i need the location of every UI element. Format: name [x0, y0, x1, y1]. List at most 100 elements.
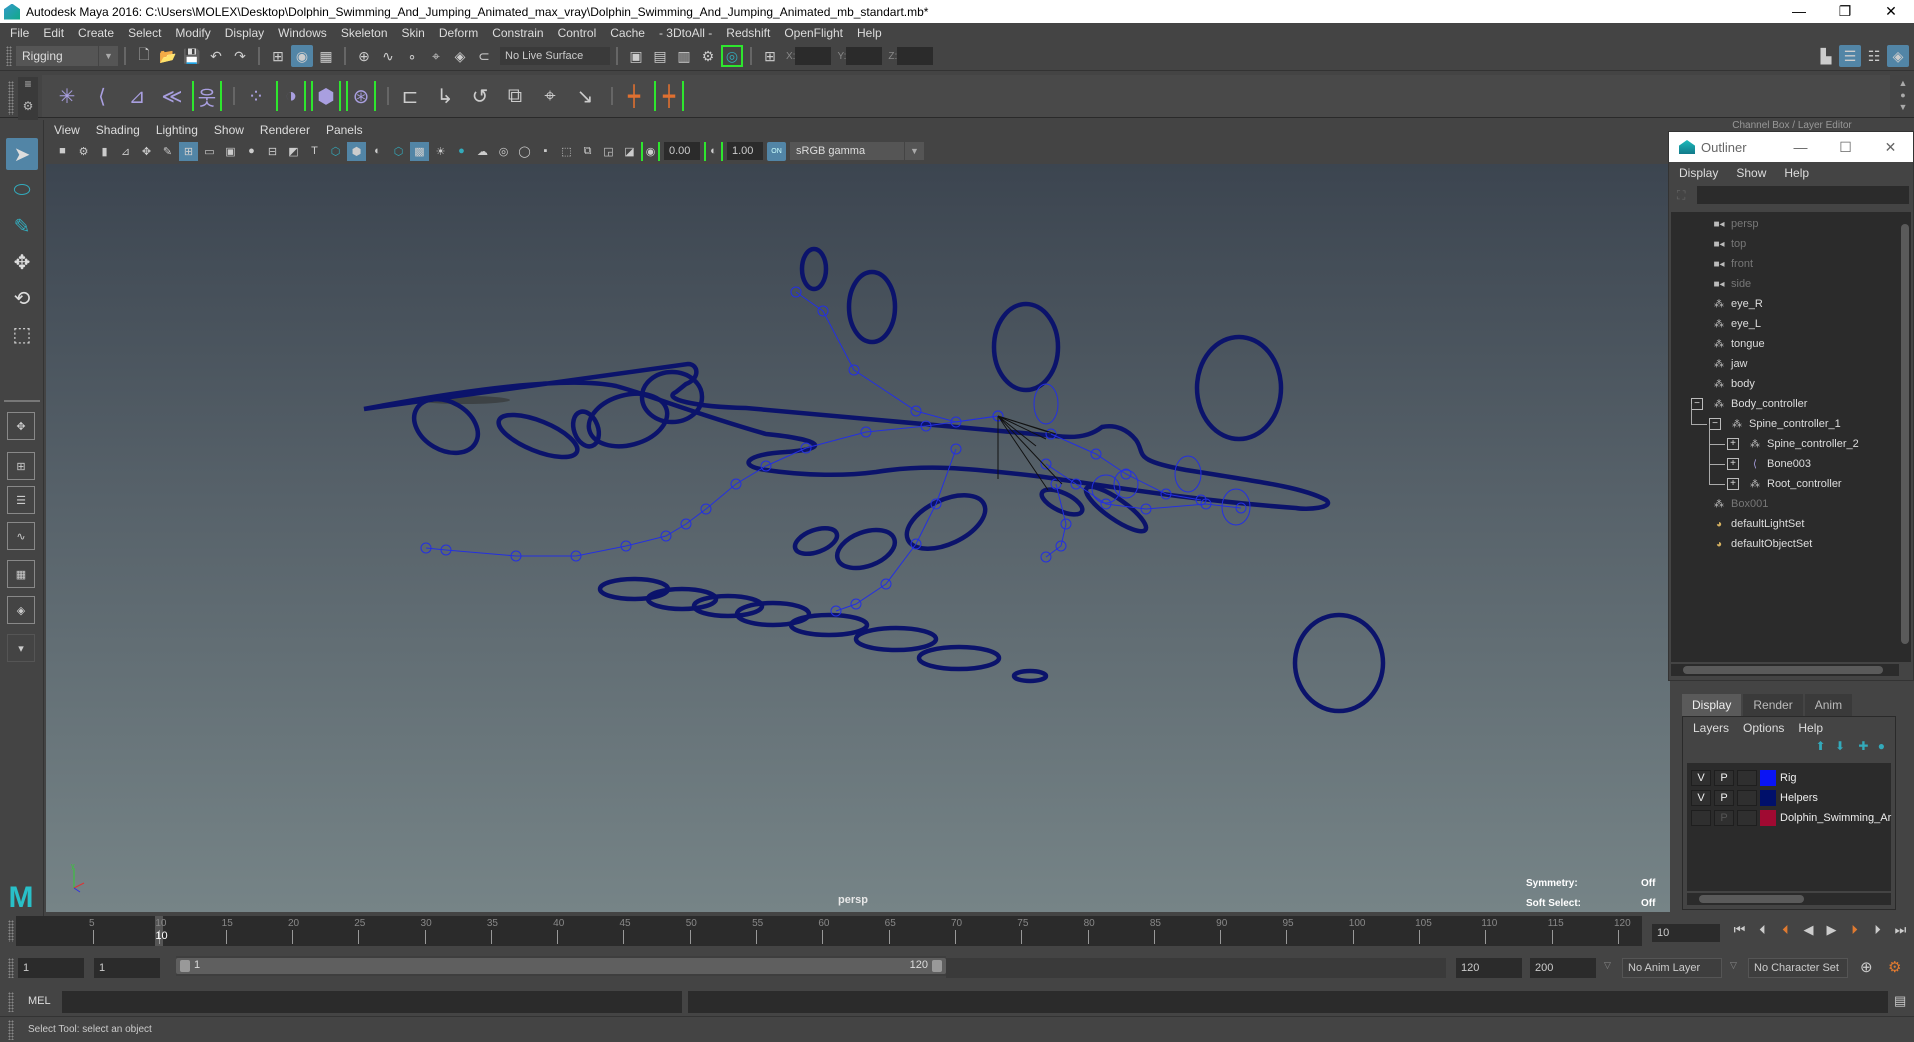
isolate-select-icon[interactable]: ⬚ [557, 142, 576, 161]
menu-redshift[interactable]: Redshift [726, 26, 770, 40]
insert-joint-icon[interactable]: ≪ [157, 81, 187, 111]
four-view-layout-icon[interactable]: ⊞ [7, 452, 35, 480]
smooth-shade-icon[interactable]: ⬢ [347, 141, 366, 161]
set-driven-key-icon[interactable]: ┿ [619, 81, 649, 111]
menu-openflight[interactable]: OpenFlight [784, 26, 843, 40]
layer-row[interactable]: P Dolphin_Swimming_Ar [1691, 809, 1891, 827]
modeling-toolkit-icon[interactable]: ▙ [1815, 45, 1837, 67]
ik-spline-icon[interactable]: ⊿ [122, 81, 152, 111]
outliner-item[interactable]: ⁂ Spine_controller_1 [1729, 414, 1841, 434]
filter-toggle-icon[interactable]: ⛶ [1677, 188, 1685, 203]
minimize-button[interactable]: — [1776, 0, 1822, 23]
select-by-hierarchy-icon[interactable]: ⊞ [267, 45, 289, 67]
layer-menu-help[interactable]: Help [1798, 721, 1823, 735]
snap-live-icon[interactable]: ⊂ [473, 45, 495, 67]
current-frame-field[interactable]: 10 [1652, 924, 1720, 942]
film-gate-icon[interactable]: ▭ [200, 142, 219, 161]
menuset-dropdown[interactable]: Rigging ▼ [16, 46, 118, 66]
safe-title-icon[interactable]: T [305, 142, 324, 161]
menu-deform[interactable]: Deform [439, 26, 478, 40]
outliner-search-input[interactable] [1697, 186, 1909, 204]
snap-surface-icon[interactable]: ◈ [449, 45, 471, 67]
outliner-item[interactable]: ■◂ top [1711, 234, 1746, 254]
aim-constraint-icon[interactable]: ⌖ [535, 81, 565, 111]
command-language-toggle[interactable]: MEL [28, 995, 51, 1007]
redo-icon[interactable]: ↷ [229, 45, 251, 67]
step-back-frame-icon[interactable]: ⏴ [1774, 922, 1797, 938]
range-fill[interactable]: 1 120 [176, 958, 946, 974]
time-slider-track[interactable]: 5 10 15 20 25 30 35 40 45 50 55 60 65 70 75 80 85 90 95 100… [16, 916, 1642, 946]
outliner-item[interactable]: ⁂ Spine_controller_2 [1747, 434, 1859, 454]
grip-handle[interactable] [6, 46, 12, 66]
layer-horizontal-scrollbar[interactable] [1687, 893, 1891, 905]
select-by-component-icon[interactable]: ▦ [315, 45, 337, 67]
paint-weights-icon[interactable]: ⁘ [241, 81, 271, 111]
outliner-item[interactable]: ◕ defaultObjectSet [1711, 534, 1812, 554]
outliner-item[interactable]: ■◂ persp [1711, 214, 1758, 234]
xray-icon[interactable]: ⧉ [578, 142, 597, 161]
panel-menu-lighting[interactable]: Lighting [156, 123, 198, 137]
more-layouts-icon[interactable]: ▾ [7, 634, 35, 662]
outliner-persp-layout-icon[interactable]: ☰ [7, 486, 35, 514]
orient-constraint-icon[interactable]: ↺ [465, 81, 495, 111]
grease-pencil-icon[interactable]: ✎ [158, 142, 177, 161]
expand-icon[interactable]: + [1727, 438, 1739, 450]
layer-visibility-toggle[interactable]: V [1691, 770, 1711, 786]
panel-menu-view[interactable]: View [54, 123, 80, 137]
menu-skeleton[interactable]: Skeleton [341, 26, 388, 40]
use-all-lights-icon[interactable]: ☀ [431, 142, 450, 161]
3d-viewport[interactable]: y persp Symmetry: Off Soft Select: Off [46, 164, 1670, 912]
motion-blur-icon[interactable]: ◎ [494, 142, 513, 161]
new-empty-layer-icon[interactable]: ✚ [1858, 739, 1868, 753]
save-scene-icon[interactable]: 💾 [181, 45, 203, 67]
wireframe-icon[interactable]: ⬡ [326, 142, 345, 161]
undo-icon[interactable]: ↶ [205, 45, 227, 67]
collapse-icon[interactable]: − [1709, 418, 1721, 430]
panel-menu-panels[interactable]: Panels [326, 123, 363, 137]
depth-of-field-icon[interactable]: ▪ [536, 142, 555, 161]
render-settings-icon[interactable]: ⚙ [697, 45, 719, 67]
outliner-item[interactable]: ⁂ Body_controller [1711, 394, 1807, 414]
camera-attributes-icon[interactable]: ⚙ [74, 142, 93, 161]
layer-row[interactable]: V P Rig [1691, 769, 1797, 787]
ipr-render-icon[interactable]: ▥ [673, 45, 695, 67]
snap-curve-icon[interactable]: ∿ [377, 45, 399, 67]
move-layer-down-icon[interactable]: ⬇ [1835, 739, 1845, 753]
gear-icon[interactable]: ⚙ [18, 99, 38, 113]
hik-skeleton-icon[interactable]: 웃 [192, 81, 222, 111]
scale-tool-icon[interactable]: ⬚ [6, 318, 38, 350]
menu-skin[interactable]: Skin [402, 26, 425, 40]
play-forwards-icon[interactable]: ▶ [1820, 922, 1843, 938]
outliner-item[interactable]: ⟨ Bone003 [1747, 454, 1811, 474]
scene-canvas[interactable] [46, 164, 1670, 912]
outliner-item[interactable]: ⁂ tongue [1711, 334, 1765, 354]
outliner-item[interactable]: ■◂ front [1711, 254, 1753, 274]
color-management-toggle[interactable]: ON [767, 141, 786, 161]
collapse-icon[interactable]: − [1691, 398, 1703, 410]
gamma-icon[interactable]: ◐ [704, 141, 723, 161]
layer-display-type-toggle[interactable] [1737, 790, 1757, 806]
exposure-icon[interactable]: ◉ [641, 141, 660, 161]
joint-tool-icon[interactable]: ✳ [52, 81, 82, 111]
hypershade-icon[interactable]: ◎ [721, 45, 743, 67]
textured-icon[interactable]: ▩ [410, 141, 429, 161]
paint-select-tool-icon[interactable]: ✎ [6, 210, 38, 242]
menu-select[interactable]: Select [128, 26, 161, 40]
scroll-thumb[interactable] [1683, 666, 1883, 674]
go-to-end-icon[interactable]: ⏭ [1889, 922, 1912, 938]
outliner-item[interactable]: ⁂ jaw [1711, 354, 1748, 374]
outliner-minimize-button[interactable]: — [1778, 132, 1823, 162]
two-d-pan-zoom-icon[interactable]: ✥ [137, 142, 156, 161]
animation-end-field[interactable]: 200 [1530, 958, 1596, 978]
anti-aliasing-icon[interactable]: ◯ [515, 142, 534, 161]
range-bar[interactable]: 1 120 [176, 956, 946, 976]
layer-display-type-toggle[interactable] [1737, 810, 1757, 826]
step-back-key-icon[interactable]: ⏴ [1751, 922, 1774, 938]
script-editor-icon[interactable]: ▤ [1894, 993, 1906, 1009]
xray-joints-icon[interactable]: ◪ [620, 142, 639, 161]
restore-button[interactable]: ❐ [1822, 0, 1868, 23]
range-start-handle[interactable] [180, 960, 190, 972]
scale-constraint-icon[interactable]: ⧉ [500, 81, 530, 111]
panel-menu-show[interactable]: Show [214, 123, 244, 137]
outliner-item[interactable]: ◕ defaultLightSet [1711, 514, 1804, 534]
